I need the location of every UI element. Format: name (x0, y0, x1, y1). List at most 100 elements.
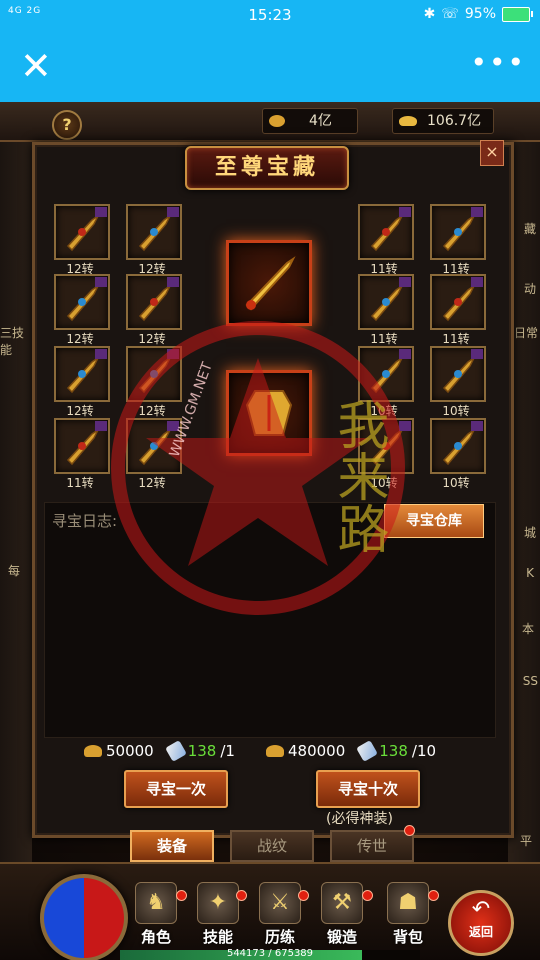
right-item-slot[interactable] (430, 204, 486, 260)
rarity-tag (399, 421, 411, 431)
ten-scroll-count: 138 (379, 742, 408, 760)
rarity-tag (95, 277, 107, 287)
nav-training-label: 历练 (264, 928, 295, 946)
right-item-slot[interactable] (358, 418, 414, 474)
back-button[interactable]: ↶ 返回 (448, 890, 514, 956)
left-item-slot[interactable] (126, 274, 182, 330)
left-item-slot[interactable] (54, 418, 110, 474)
right-item-level-label: 10转 (370, 404, 398, 418)
log-label: 寻宝日志: (52, 512, 118, 530)
gold-value: 4亿 (309, 113, 332, 129)
left-item-level-label: 11转 (66, 476, 94, 490)
side-right-label-1[interactable]: 藏 (524, 220, 536, 237)
side-left-label-2[interactable]: 每 (8, 562, 20, 579)
draw-ten-note: (必得神装) (326, 811, 393, 827)
side-right-label-5[interactable]: K (526, 566, 534, 580)
panel-close-button[interactable]: × (480, 140, 504, 166)
resource-strip: ? 4亿 106.7亿 (0, 102, 540, 142)
draw-ten-button[interactable]: 寻宝十次 (316, 770, 420, 808)
more-icon[interactable]: ••• (470, 48, 526, 78)
exp-text: 544173 / 675389 (226, 948, 314, 959)
scroll-icon (356, 740, 379, 762)
right-item-slot[interactable] (430, 274, 486, 330)
character-icon: ♞ (135, 882, 177, 924)
tab-equipment[interactable]: 装备 (130, 830, 214, 862)
single-scroll-need: /1 (220, 742, 235, 760)
side-left-label-1[interactable]: 三技能 (0, 324, 32, 358)
rarity-tag (95, 207, 107, 217)
right-item-slot[interactable] (358, 204, 414, 260)
side-right-label-7[interactable]: SS (523, 674, 538, 688)
right-item-slot[interactable] (430, 418, 486, 474)
side-right-label-3[interactable]: 日常 (514, 324, 538, 341)
right-item-level-label: 11转 (370, 332, 398, 346)
featured-weapon-slot[interactable] (226, 240, 312, 326)
equipment-icon (442, 427, 476, 466)
rarity-tag (399, 277, 411, 287)
ingot-counter: 106.7亿 (392, 108, 494, 134)
nav-bag[interactable]: ☗ 背包 (380, 882, 436, 947)
left-item-slot[interactable] (54, 204, 110, 260)
armor-icon (245, 390, 293, 436)
sword-icon (245, 256, 296, 311)
rarity-tag (167, 349, 179, 359)
nav-character[interactable]: ♞ 角色 (128, 882, 184, 947)
equipment-icon (370, 213, 404, 252)
help-button[interactable]: ? (52, 110, 82, 140)
game-screen: 三技能 每 藏 动 日常 城 K 本 SS 平 ? 4亿 106.7亿 至尊宝藏… (0, 102, 540, 960)
right-item-level-label: 10转 (442, 476, 470, 490)
side-right-label-2[interactable]: 动 (524, 280, 536, 297)
side-right-label-8[interactable]: 平 (520, 832, 532, 849)
left-item-slot[interactable] (126, 418, 182, 474)
left-item-level-label: 12转 (138, 476, 166, 490)
close-icon[interactable]: ✕ (20, 46, 52, 86)
bag-icon: ☗ (387, 882, 429, 924)
equipment-icon (66, 213, 100, 252)
left-item-slot[interactable] (54, 274, 110, 330)
bag-notification-dot (428, 890, 439, 901)
nav-forge-label: 锻造 (326, 928, 357, 946)
left-item-level-label: 12转 (138, 332, 166, 346)
rarity-tag (167, 421, 179, 431)
coin-icon (266, 745, 284, 757)
left-item-slot[interactable] (126, 204, 182, 260)
ten-scroll-need: /10 (411, 742, 437, 760)
gold-coin-icon (269, 115, 285, 127)
right-item-slot[interactable] (358, 346, 414, 402)
equipment-icon (138, 355, 172, 394)
left-side-menu: 三技能 每 (0, 102, 32, 960)
nav-character-label: 角色 (140, 928, 171, 946)
tab-war-pattern[interactable]: 战纹 (230, 830, 314, 862)
browser-title-bar: ✕ ••• (0, 30, 540, 102)
character-notification-dot (176, 890, 187, 901)
left-item-slot[interactable] (126, 346, 182, 402)
right-item-slot[interactable] (430, 346, 486, 402)
heirloom-notification-dot (404, 825, 415, 836)
tab-heirloom[interactable]: 传世 (330, 830, 414, 862)
rarity-tag (471, 207, 483, 217)
bluetooth-icon: ✱ (423, 6, 436, 22)
right-item-level-label: 10转 (442, 404, 470, 418)
left-item-slot[interactable] (54, 346, 110, 402)
hp-mp-orb (40, 874, 128, 960)
equipment-icon (138, 427, 172, 466)
treasure-depot-button[interactable]: 寻宝仓库 (384, 504, 484, 538)
rarity-tag (95, 349, 107, 359)
featured-armor-slot[interactable] (226, 370, 312, 456)
draw-once-button[interactable]: 寻宝一次 (124, 770, 228, 808)
equipment-icon (370, 355, 404, 394)
nav-forge[interactable]: ⚒ 锻造 (314, 882, 370, 947)
side-right-label-6[interactable]: 本 (522, 620, 534, 637)
panel-title: 至尊宝藏 (185, 146, 349, 190)
coin-icon (84, 745, 102, 757)
training-notification-dot (298, 890, 309, 901)
ingot-icon (399, 116, 417, 126)
side-right-label-4[interactable]: 城 (524, 524, 536, 541)
nav-bag-label: 背包 (392, 928, 423, 946)
right-item-level-label: 10转 (370, 476, 398, 490)
equipment-icon (370, 283, 404, 322)
rarity-tag (167, 207, 179, 217)
battery-icon (502, 6, 533, 22)
right-item-slot[interactable] (358, 274, 414, 330)
ingot-value: 106.7亿 (427, 113, 482, 129)
